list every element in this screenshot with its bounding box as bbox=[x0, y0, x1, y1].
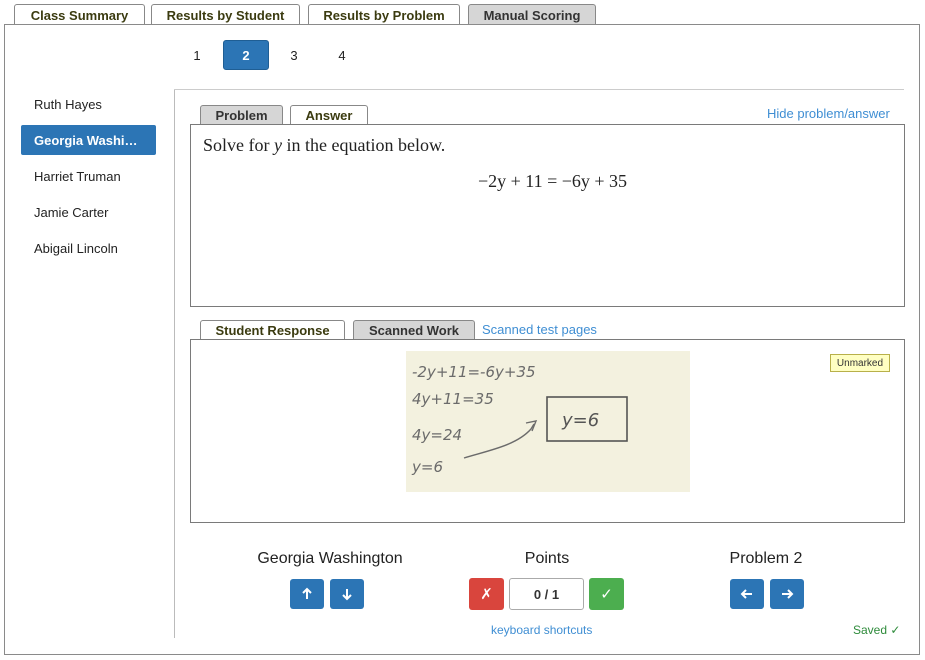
page-button-1[interactable]: 1 bbox=[174, 40, 220, 70]
page-button-3[interactable]: 3 bbox=[271, 40, 317, 70]
tab-answer[interactable]: Answer bbox=[290, 105, 368, 125]
student-item-abigail-lincoln[interactable]: Abigail Lincoln bbox=[21, 233, 156, 263]
footer-student-name: Georgia Washington bbox=[257, 550, 403, 567]
tab-results-by-student[interactable]: Results by Student bbox=[151, 4, 300, 25]
student-item-harriet-truman[interactable]: Harriet Truman bbox=[21, 161, 156, 191]
tab-scanned-work[interactable]: Scanned Work bbox=[353, 320, 475, 340]
problem-label: Problem 2 bbox=[729, 550, 803, 567]
arrow-left-icon bbox=[740, 589, 752, 599]
header-divider bbox=[174, 89, 904, 90]
scanned-test-pages-link[interactable]: Scanned test pages bbox=[482, 322, 597, 337]
student-item-georgia-washington[interactable]: Georgia Washi… bbox=[21, 125, 156, 155]
score-input[interactable] bbox=[509, 578, 584, 610]
student-item-jamie-carter[interactable]: Jamie Carter bbox=[21, 197, 156, 227]
handwriting-line-2: 4y+11=35 bbox=[412, 390, 494, 408]
arrow-up-icon bbox=[302, 587, 312, 599]
tab-class-summary[interactable]: Class Summary bbox=[14, 4, 145, 25]
next-problem-button[interactable] bbox=[770, 579, 804, 609]
mark-correct-button[interactable]: ✓ bbox=[589, 578, 624, 610]
problem-panel: Solve for y in the equation below. −2y +… bbox=[190, 124, 905, 307]
tab-student-response[interactable]: Student Response bbox=[200, 320, 345, 340]
check-icon: ✓ bbox=[600, 586, 613, 603]
tab-problem[interactable]: Problem bbox=[200, 105, 283, 125]
page-button-2[interactable]: 2 bbox=[223, 40, 269, 70]
page-button-4[interactable]: 4 bbox=[319, 40, 365, 70]
problem-equation: −2y + 11 = −6y + 35 bbox=[477, 171, 628, 191]
sidebar-divider bbox=[174, 90, 175, 638]
handwriting-arrow bbox=[463, 423, 535, 459]
next-student-button[interactable] bbox=[330, 579, 364, 609]
saved-status: Saved ✓ bbox=[853, 623, 901, 637]
previous-problem-button[interactable] bbox=[730, 579, 764, 609]
tab-manual-scoring[interactable]: Manual Scoring bbox=[468, 4, 596, 25]
problem-prompt: Solve for y in the equation below. bbox=[203, 135, 446, 155]
keyboard-shortcuts-link[interactable]: keyboard shortcuts bbox=[491, 623, 592, 637]
unmarked-badge: Unmarked bbox=[830, 354, 890, 372]
handwriting-line-1: -2y+11=-6y+35 bbox=[412, 363, 536, 381]
points-label: Points bbox=[524, 550, 570, 567]
handwriting-line-3: 4y=24 bbox=[412, 426, 462, 444]
hide-problem-link[interactable]: Hide problem/answer bbox=[767, 106, 890, 121]
scanned-work-panel: -2y+11=-6y+35 4y+11=35 4y=24 y=6 y=6 Unm… bbox=[190, 339, 905, 523]
arrow-right-icon bbox=[782, 589, 794, 599]
previous-student-button[interactable] bbox=[290, 579, 324, 609]
arrow-down-icon bbox=[342, 589, 352, 601]
student-item-ruth-hayes[interactable]: Ruth Hayes bbox=[21, 89, 156, 119]
scanned-work-image: -2y+11=-6y+35 4y+11=35 4y=24 y=6 y=6 bbox=[406, 351, 690, 492]
handwriting-line-4: y=6 bbox=[411, 458, 443, 476]
mark-incorrect-button[interactable]: ✗ bbox=[469, 578, 504, 610]
handwriting-boxed-answer: y=6 bbox=[561, 410, 599, 431]
x-icon: ✗ bbox=[480, 586, 493, 603]
tab-results-by-problem[interactable]: Results by Problem bbox=[308, 4, 460, 25]
